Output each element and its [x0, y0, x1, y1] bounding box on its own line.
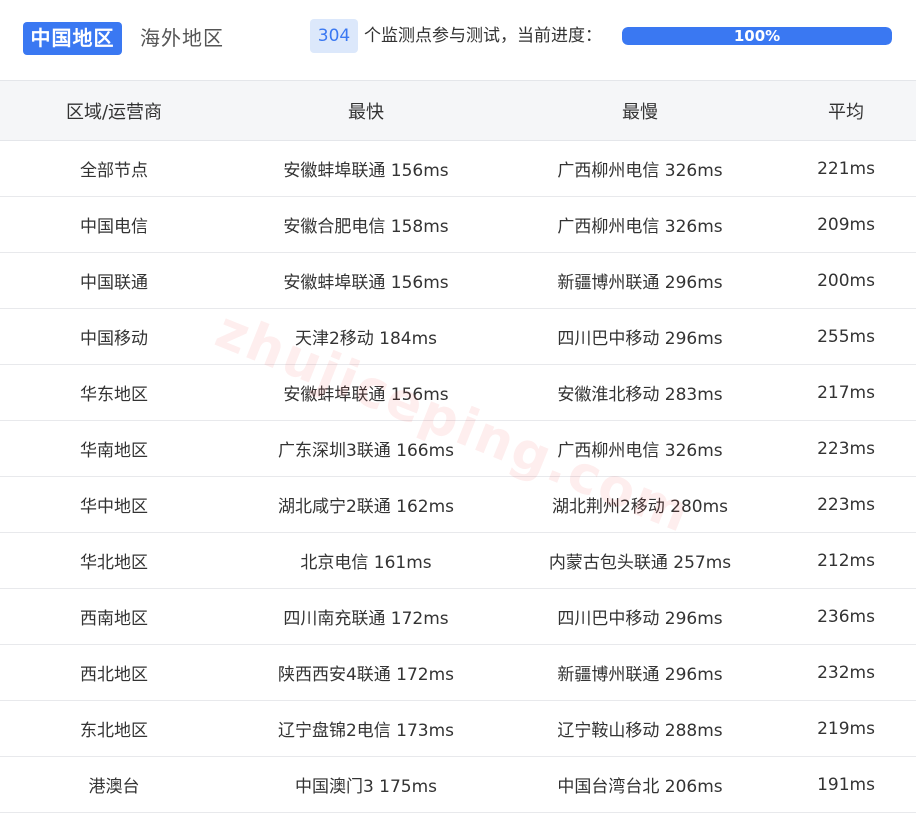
cell-region: 华东地区 [0, 364, 228, 421]
cell-region: 华北地区 [0, 532, 228, 589]
cell-average: 221ms [776, 140, 916, 197]
cell-slowest: 内蒙古包头联通 257ms [504, 532, 776, 589]
table-row: 华北地区 北京电信 161ms 内蒙古包头联通 257ms 212ms [0, 532, 916, 589]
cell-slowest: 广西柳州电信 326ms [504, 140, 776, 197]
cell-region: 华南地区 [0, 420, 228, 477]
table-row: 华中地区 湖北咸宁2联通 162ms 湖北荆州2移动 280ms 223ms [0, 476, 916, 533]
header-slowest: 最慢 [504, 80, 776, 141]
cell-average: 223ms [776, 420, 916, 477]
cell-average: 217ms [776, 364, 916, 421]
cell-region: 东北地区 [0, 700, 228, 757]
cell-fastest: 四川南充联通 172ms [228, 588, 504, 645]
table-row: 中国联通 安徽蚌埠联通 156ms 新疆博州联通 296ms 200ms [0, 252, 916, 309]
cell-average: 191ms [776, 756, 916, 813]
table-body: 全部节点 安徽蚌埠联通 156ms 广西柳州电信 326ms 221ms 中国电信 安徽合… [0, 140, 916, 813]
cell-slowest: 广西柳州电信 326ms [504, 196, 776, 253]
cell-fastest: 辽宁盘锦2电信 173ms [228, 700, 504, 757]
cell-slowest: 新疆博州联通 296ms [504, 644, 776, 701]
table-header-row: 区域/运营商 最快 最慢 平均 [0, 80, 916, 141]
latency-table: 区域/运营商 最快 最慢 平均 全部节点 安徽蚌埠联通 156ms 广西柳州电信 3… [0, 80, 916, 813]
tab-china[interactable]: 中国地区 [23, 22, 122, 55]
cell-average: 219ms [776, 700, 916, 757]
cell-average: 212ms [776, 532, 916, 589]
cell-slowest: 中国台湾台北 206ms [504, 756, 776, 813]
header-region: 区域/运营商 [0, 80, 228, 141]
cell-fastest: 天津2移动 184ms [228, 308, 504, 365]
cell-fastest: 北京电信 161ms [228, 532, 504, 589]
cell-region: 西北地区 [0, 644, 228, 701]
progress-text: 100% [733, 27, 781, 45]
progress-bar: 100% [622, 27, 892, 45]
cell-slowest: 新疆博州联通 296ms [504, 252, 776, 309]
cell-slowest: 四川巴中移动 296ms [504, 588, 776, 645]
cell-region: 中国联通 [0, 252, 228, 309]
table-row: 华东地区 安徽蚌埠联通 156ms 安徽淮北移动 283ms 217ms [0, 364, 916, 421]
table-row: 西北地区 陕西西安4联通 172ms 新疆博州联通 296ms 232ms [0, 644, 916, 701]
table-row: 全部节点 安徽蚌埠联通 156ms 广西柳州电信 326ms 221ms [0, 140, 916, 197]
cell-region: 中国移动 [0, 308, 228, 365]
cell-region: 西南地区 [0, 588, 228, 645]
cell-slowest: 广西柳州电信 326ms [504, 420, 776, 477]
cell-region: 港澳台 [0, 756, 228, 813]
header-fastest: 最快 [228, 80, 504, 141]
cell-average: 255ms [776, 308, 916, 365]
cell-region: 中国电信 [0, 196, 228, 253]
top-bar: 中国地区 海外地区 304 个监测点参与测试，当前进度： 100% [0, 0, 916, 80]
table-row: 港澳台 中国澳门3 175ms 中国台湾台北 206ms 191ms [0, 756, 916, 813]
cell-slowest: 辽宁鞍山移动 288ms [504, 700, 776, 757]
cell-fastest: 中国澳门3 175ms [228, 756, 504, 813]
cell-fastest: 安徽蚌埠联通 156ms [228, 364, 504, 421]
cell-fastest: 广东深圳3联通 166ms [228, 420, 504, 477]
table-row: 华南地区 广东深圳3联通 166ms 广西柳州电信 326ms 223ms [0, 420, 916, 477]
table-row: 中国移动 天津2移动 184ms 四川巴中移动 296ms 255ms [0, 308, 916, 365]
cell-average: 232ms [776, 644, 916, 701]
cell-average: 236ms [776, 588, 916, 645]
cell-fastest: 安徽蚌埠联通 156ms [228, 140, 504, 197]
cell-slowest: 安徽淮北移动 283ms [504, 364, 776, 421]
monitor-label: 个监测点参与测试，当前进度： [364, 26, 602, 46]
cell-fastest: 湖北咸宁2联通 162ms [228, 476, 504, 533]
header-average: 平均 [776, 80, 916, 141]
table-row: 西南地区 四川南充联通 172ms 四川巴中移动 296ms 236ms [0, 588, 916, 645]
cell-slowest: 四川巴中移动 296ms [504, 308, 776, 365]
cell-average: 200ms [776, 252, 916, 309]
cell-average: 223ms [776, 476, 916, 533]
cell-region: 华中地区 [0, 476, 228, 533]
cell-fastest: 安徽合肥电信 158ms [228, 196, 504, 253]
cell-fastest: 陕西西安4联通 172ms [228, 644, 504, 701]
table-row: 东北地区 辽宁盘锦2电信 173ms 辽宁鞍山移动 288ms 219ms [0, 700, 916, 757]
cell-fastest: 安徽蚌埠联通 156ms [228, 252, 504, 309]
tab-overseas[interactable]: 海外地区 [140, 22, 224, 55]
cell-average: 209ms [776, 196, 916, 253]
cell-slowest: 湖北荆州2移动 280ms [504, 476, 776, 533]
monitor-count-badge: 304 [310, 19, 358, 53]
cell-region: 全部节点 [0, 140, 228, 197]
table-row: 中国电信 安徽合肥电信 158ms 广西柳州电信 326ms 209ms [0, 196, 916, 253]
